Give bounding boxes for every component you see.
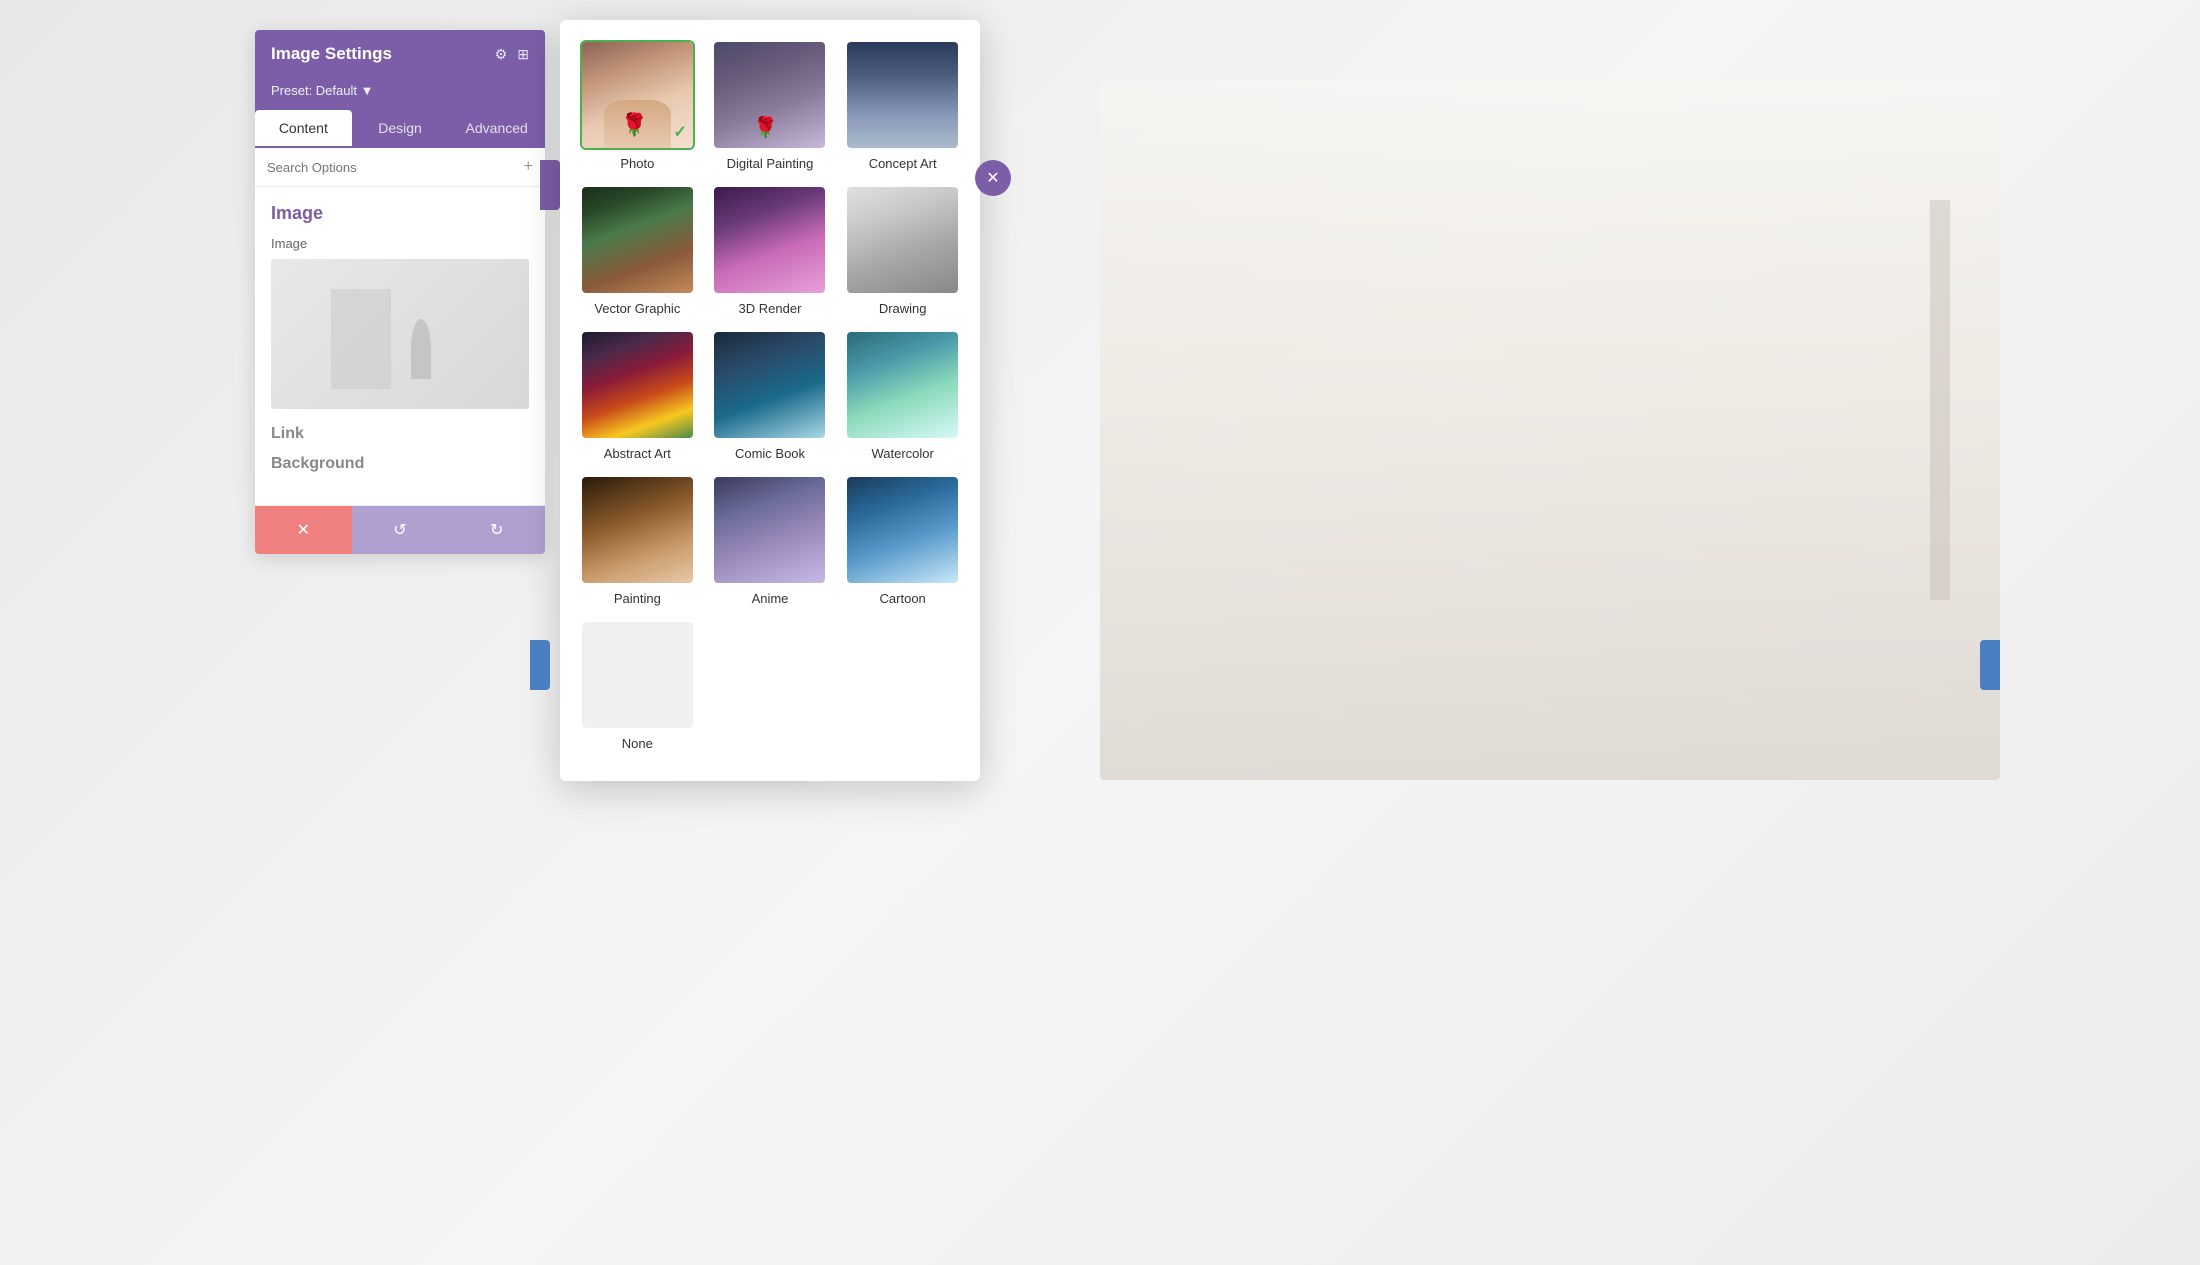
style-img-anime: [712, 475, 827, 585]
settings-icon[interactable]: ⚙: [495, 46, 508, 63]
undo-button[interactable]: ↺: [352, 506, 449, 554]
style-label-digital-painting: Digital Painting: [727, 156, 814, 171]
close-button[interactable]: ✕: [975, 160, 1011, 196]
panel-preset[interactable]: Preset: Default ▼: [255, 78, 545, 110]
style-item-photo[interactable]: ✓ Photo: [578, 40, 697, 171]
style-label-drawing: Drawing: [879, 301, 927, 316]
style-label-comic-book: Comic Book: [735, 446, 805, 461]
search-input[interactable]: [267, 160, 516, 175]
style-grid: ✓ Photo Digital Painting Concept Art Vec…: [578, 40, 962, 751]
style-item-watercolor[interactable]: Watercolor: [843, 330, 962, 461]
section-link-title: Link: [271, 425, 529, 443]
add-option-icon[interactable]: +: [524, 158, 533, 176]
style-item-abstract-art[interactable]: Abstract Art: [578, 330, 697, 461]
style-label-none: None: [622, 736, 653, 751]
style-img-concept-art: [845, 40, 960, 150]
panel-title: Image Settings: [271, 44, 392, 64]
style-item-drawing[interactable]: Drawing: [843, 185, 962, 316]
style-img-cartoon: [845, 475, 960, 585]
style-img-none: [580, 620, 695, 730]
panel-search-bar: +: [255, 148, 545, 187]
style-label-vector-graphic: Vector Graphic: [594, 301, 680, 316]
image-preview[interactable]: [271, 259, 529, 409]
field-image-label: Image: [271, 236, 529, 251]
style-img-comic-book: [712, 330, 827, 440]
style-item-digital-painting[interactable]: Digital Painting: [711, 40, 830, 171]
style-item-cartoon[interactable]: Cartoon: [843, 475, 962, 606]
cancel-button[interactable]: ✕: [255, 506, 352, 554]
style-label-abstract-art: Abstract Art: [604, 446, 671, 461]
panel-header: Image Settings ⚙ ⊞: [255, 30, 545, 78]
selected-check-photo: ✓: [673, 122, 686, 142]
style-img-drawing: [845, 185, 960, 295]
style-label-anime: Anime: [752, 591, 789, 606]
style-item-concept-art[interactable]: Concept Art: [843, 40, 962, 171]
tab-design[interactable]: Design: [352, 110, 449, 148]
panel-body: Image Image Link Background: [255, 187, 545, 497]
section-background-title: Background: [271, 455, 529, 473]
style-label-photo: Photo: [620, 156, 654, 171]
tab-content[interactable]: Content: [255, 110, 352, 148]
style-img-watercolor: [845, 330, 960, 440]
style-img-abstract-art: [580, 330, 695, 440]
left-nav-button[interactable]: [530, 640, 550, 690]
style-item-vector-graphic[interactable]: Vector Graphic: [578, 185, 697, 316]
panel-tabs: Content Design Advanced: [255, 110, 545, 148]
style-item-comic-book[interactable]: Comic Book: [711, 330, 830, 461]
style-item-painting[interactable]: Painting: [578, 475, 697, 606]
style-label-painting: Painting: [614, 591, 661, 606]
style-label-watercolor: Watercolor: [871, 446, 933, 461]
style-label-3d-render: 3D Render: [739, 301, 802, 316]
style-img-vector-graphic: [580, 185, 695, 295]
style-img-photo: ✓: [580, 40, 695, 150]
tab-advanced[interactable]: Advanced: [448, 110, 545, 148]
style-label-cartoon: Cartoon: [880, 591, 926, 606]
panel-header-icons: ⚙ ⊞: [495, 46, 529, 63]
section-image-title: Image: [271, 203, 529, 224]
panel-footer: ✕ ↺ ↻: [255, 505, 545, 554]
style-selector-modal: ✓ Photo Digital Painting Concept Art Vec…: [560, 20, 980, 781]
style-item-none[interactable]: None: [578, 620, 697, 751]
style-label-concept-art: Concept Art: [869, 156, 937, 171]
style-img-painting: [580, 475, 695, 585]
expand-icon[interactable]: ⊞: [517, 46, 529, 63]
panel-expand-button[interactable]: [540, 160, 560, 210]
style-item-anime[interactable]: Anime: [711, 475, 830, 606]
image-settings-panel: Image Settings ⚙ ⊞ Preset: Default ▼ Con…: [255, 30, 545, 554]
style-img-3d-render: [712, 185, 827, 295]
style-img-digital-painting: [712, 40, 827, 150]
right-nav-button[interactable]: [1980, 640, 2000, 690]
redo-button[interactable]: ↻: [448, 506, 545, 554]
preset-label: Preset: Default ▼: [271, 83, 373, 98]
style-item-3d-render[interactable]: 3D Render: [711, 185, 830, 316]
